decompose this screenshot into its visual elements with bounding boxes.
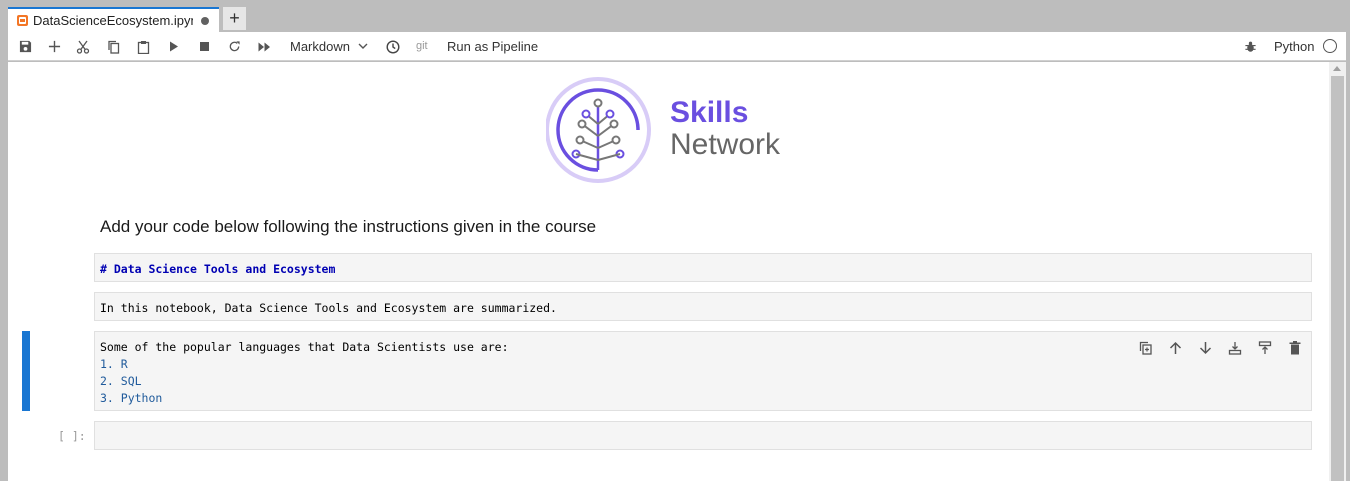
vertical-scrollbar[interactable] — [1329, 62, 1346, 481]
list-item[interactable]: 3. Python — [100, 391, 162, 405]
markdown-cell[interactable]: # Data Science Tools and Ecosystem — [94, 253, 1312, 282]
unsaved-dot-icon[interactable] — [201, 17, 209, 25]
insert-above-icon[interactable] — [1255, 338, 1275, 358]
logo-text-network: Network — [670, 128, 781, 161]
delete-icon[interactable] — [1285, 338, 1305, 358]
cut-icon[interactable] — [74, 32, 92, 61]
skills-network-emblem-icon — [546, 77, 651, 183]
copy-icon[interactable] — [104, 32, 122, 61]
stop-icon[interactable] — [195, 32, 213, 61]
cell-prompt: [ ]: — [58, 429, 86, 443]
move-up-icon[interactable] — [1165, 338, 1185, 358]
duplicate-cell-icon[interactable] — [1135, 338, 1155, 358]
instructions-heading: Add your code below following the instru… — [100, 217, 597, 236]
logo-text-skills: Skills — [670, 96, 749, 129]
clock-icon[interactable] — [384, 32, 402, 61]
cell-source-line[interactable]: Some of the popular languages that Data … — [100, 340, 509, 354]
chevron-down-icon[interactable] — [356, 32, 370, 61]
add-cell-icon[interactable] — [45, 32, 63, 61]
insert-below-icon[interactable] — [1225, 338, 1245, 358]
cell-source[interactable]: In this notebook, Data Science Tools and… — [100, 301, 557, 315]
notebook-toolbar: Markdown git Run as Pipeline Python — [8, 32, 1346, 61]
markdown-cell-active[interactable]: Some of the popular languages that Data … — [94, 331, 1312, 411]
markdown-cell[interactable]: In this notebook, Data Science Tools and… — [94, 292, 1312, 321]
cell-toolbar — [1135, 338, 1305, 358]
cell-type-select[interactable]: Markdown — [290, 39, 350, 54]
move-down-icon[interactable] — [1195, 338, 1215, 358]
notebook-icon — [17, 15, 28, 26]
run-as-pipeline-button[interactable]: Run as Pipeline — [447, 39, 538, 54]
notebook-tab[interactable]: DataScienceEcosystem.ipynb — [8, 7, 219, 32]
fast-forward-icon[interactable] — [255, 32, 273, 61]
git-button[interactable]: git — [416, 40, 428, 52]
list-item[interactable]: 1. R — [100, 357, 128, 371]
cell-source[interactable]: # Data Science Tools and Ecosystem — [100, 262, 335, 276]
tab-bar: DataScienceEcosystem.ipynb + — [0, 0, 1350, 32]
list-item[interactable]: 2. SQL — [100, 374, 142, 388]
notebook-panel[interactable]: Skills Network Add your code below follo… — [8, 62, 1346, 481]
save-icon[interactable] — [16, 32, 34, 61]
debugger-bug-icon[interactable] — [1241, 32, 1259, 61]
active-cell-indicator — [22, 331, 30, 411]
kernel-status-icon — [1323, 39, 1337, 53]
code-cell[interactable] — [94, 421, 1312, 450]
scroll-up-icon[interactable] — [1333, 66, 1341, 71]
tab-title: DataScienceEcosystem.ipynb — [33, 13, 193, 28]
kernel-name[interactable]: Python — [1274, 39, 1314, 54]
restart-icon[interactable] — [225, 32, 243, 61]
run-icon[interactable] — [165, 32, 183, 61]
skills-network-logo: Skills Network — [546, 76, 806, 186]
new-tab-button[interactable]: + — [223, 7, 246, 30]
paste-icon[interactable] — [134, 32, 152, 61]
scrollbar-thumb[interactable] — [1331, 76, 1344, 481]
